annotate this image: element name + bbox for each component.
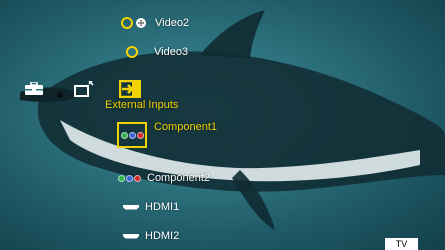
input-label-hdmi2: HDMI2 — [145, 230, 180, 242]
video-jack-icon — [121, 17, 133, 29]
input-label-component2: Component2 — [147, 172, 210, 184]
input-arrow-icon[interactable] — [119, 80, 141, 98]
input-label-video3: Video3 — [154, 46, 189, 58]
video-jack-icon — [126, 46, 138, 58]
input-label-video2: Video2 — [155, 17, 190, 29]
component-jacks-icon — [118, 174, 141, 182]
toolbox-icon[interactable] — [25, 82, 43, 95]
dolphin-background-image — [20, 10, 445, 230]
input-item-video2[interactable]: Video2 — [121, 17, 189, 29]
input-item-hdmi1[interactable]: HDMI1 — [123, 201, 179, 213]
active-category-label: External Inputs — [105, 99, 179, 111]
input-label-component1: Component1 — [154, 121, 217, 133]
input-label-hdmi1: HDMI1 — [145, 201, 180, 213]
input-item-video3[interactable]: Video3 — [126, 46, 188, 58]
input-item-component2[interactable]: Component2 — [118, 172, 210, 184]
hdmi-port-icon — [123, 204, 139, 210]
film-reel-icon — [136, 18, 146, 28]
tv-screen-icon[interactable] — [74, 81, 94, 97]
input-item-hdmi2[interactable]: HDMI2 — [123, 230, 179, 242]
hdmi-port-icon — [123, 233, 139, 239]
tv-background: Video2 Video3 External Inputs Component1 — [0, 0, 445, 250]
source-badge: TV — [385, 238, 418, 250]
input-item-component1[interactable]: Component1 — [118, 121, 217, 133]
